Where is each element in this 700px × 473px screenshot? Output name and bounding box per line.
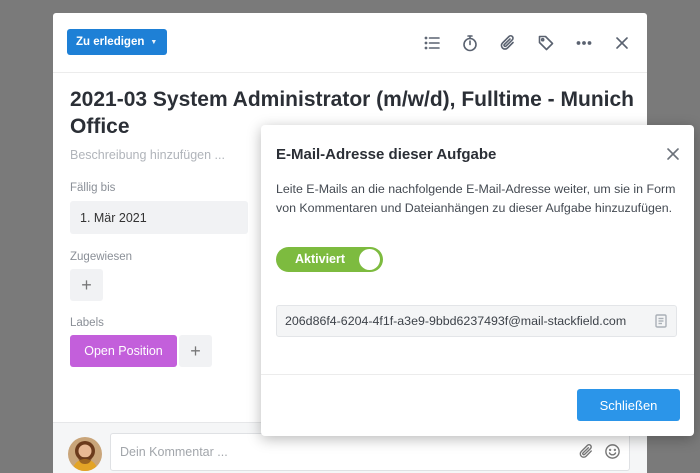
emoji-icon[interactable] — [604, 443, 621, 463]
timer-icon[interactable] — [459, 32, 481, 54]
add-assignee-button[interactable]: + — [70, 269, 103, 301]
email-address-popup: E-Mail-Adresse dieser Aufgabe Leite E-Ma… — [261, 125, 694, 436]
comment-input[interactable]: Dein Kommentar ... — [110, 433, 630, 471]
comment-placeholder: Dein Kommentar ... — [120, 445, 228, 459]
label-chip-open-position[interactable]: Open Position — [70, 335, 177, 367]
close-icon[interactable] — [664, 145, 682, 163]
chevron-down-icon: ▼ — [150, 38, 158, 46]
checklist-icon[interactable] — [421, 32, 443, 54]
status-label: Zu erledigen — [76, 36, 145, 48]
popup-divider — [261, 374, 694, 375]
labels-label: Labels — [70, 317, 104, 329]
close-button[interactable]: Schließen — [577, 389, 680, 421]
description-placeholder[interactable]: Beschreibung hinzufügen ... — [70, 148, 225, 162]
avatar — [68, 437, 102, 471]
task-toolbar — [421, 32, 633, 54]
paperclip-icon[interactable] — [497, 32, 519, 54]
task-header: Zu erledigen ▼ — [53, 13, 647, 73]
paperclip-icon[interactable] — [578, 443, 595, 463]
email-address-field[interactable]: 206d86f4-6204-4f1f-a3e9-9bbd6237493f@mai… — [276, 305, 677, 337]
popup-description: Leite E-Mails an die nachfolgende E-Mail… — [276, 182, 676, 215]
tag-icon[interactable] — [535, 32, 557, 54]
copy-icon[interactable] — [653, 313, 669, 329]
add-label-button[interactable]: + — [179, 335, 212, 367]
status-dropdown-button[interactable]: Zu erledigen ▼ — [67, 29, 168, 55]
due-date-field[interactable]: 1. Mär 2021 — [70, 201, 248, 234]
email-enabled-toggle[interactable]: Aktiviert — [276, 247, 383, 272]
popup-title: E-Mail-Adresse dieser Aufgabe — [276, 146, 497, 163]
email-address-value: 206d86f4-6204-4f1f-a3e9-9bbd6237493f@mai… — [285, 314, 627, 328]
due-date-label: Fällig bis — [70, 182, 116, 194]
more-icon[interactable] — [573, 32, 595, 54]
toggle-label: Aktiviert — [295, 252, 346, 266]
close-icon[interactable] — [611, 32, 633, 54]
assigned-label: Zugewiesen — [70, 251, 133, 263]
toggle-knob — [359, 249, 380, 270]
